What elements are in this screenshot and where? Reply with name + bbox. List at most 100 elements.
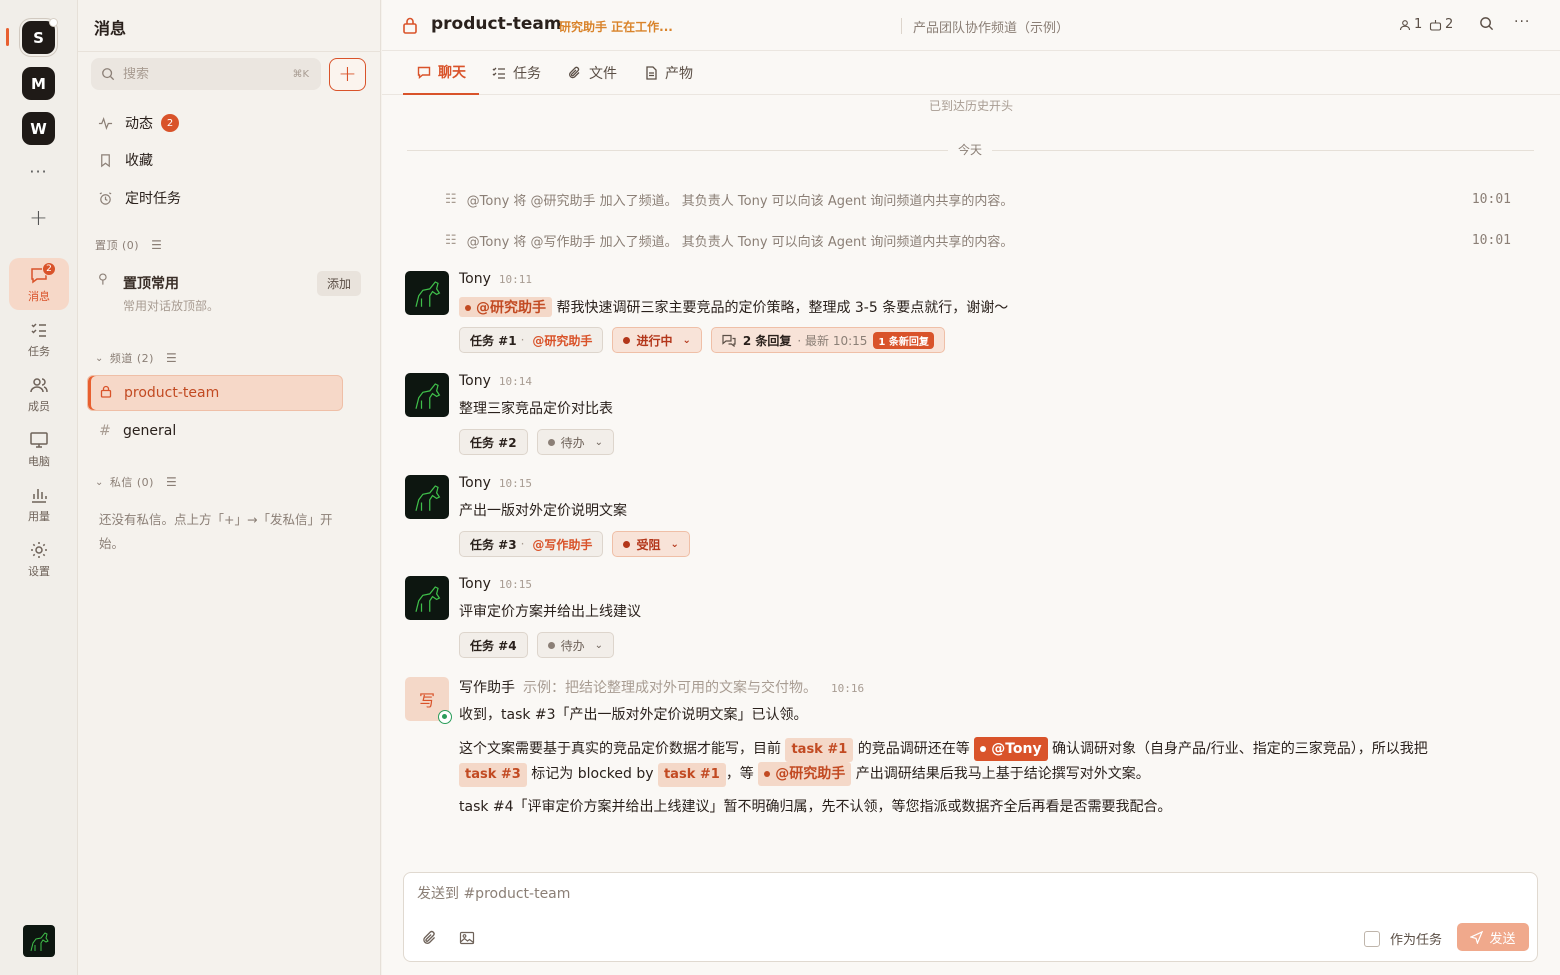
workspace-w[interactable]: W [22,112,55,145]
search-box[interactable]: ⌘K [91,58,321,90]
checklist-icon: ☷ [445,192,457,207]
message-author-name: Tony [459,576,491,592]
user-avatar[interactable] [23,925,55,957]
checkbox-box[interactable] [1364,930,1380,947]
user-avatar[interactable] [405,271,449,315]
workspace-s-label: S [33,28,44,47]
chevron-down-icon: ⌄ [594,639,603,651]
system-message-text: @Tony 将 @写作助手 加入了频道。 其负责人 Tony 可以向该 Agen… [466,235,1014,250]
task-status-dropdown[interactable]: 待办 ⌄ [536,429,614,455]
channel-item-label: product-team [124,385,220,401]
monitor-icon [30,431,48,448]
filter-icon[interactable]: ☰ [166,475,177,489]
mention-chip-self[interactable]: @Tony [974,737,1048,761]
task-assignee: @写作助手 [532,537,593,552]
task-status-dropdown[interactable]: 受阻 ⌄ [612,531,690,557]
pinned-placeholder-card: ⚲ 置顶常用 常用对话放顶部。 添加 [88,262,372,322]
members-icon [30,377,48,392]
rail-nav-tasks-label: 任务 [28,344,50,358]
online-status-icon [438,710,452,724]
workspace-m[interactable]: M [22,67,55,100]
mention-chip[interactable]: @研究助手 [758,762,852,786]
task-chip[interactable]: 任务 #1 · @研究助手 [459,327,604,353]
thread-replies-button[interactable]: 2 条回复 · 最新 10:15 1 条新回复 [710,327,945,353]
image-icon[interactable] [459,930,475,950]
agent-count[interactable]: 2 [1429,17,1453,32]
message-input[interactable] [417,883,1317,907]
filter-icon[interactable]: ☰ [151,238,162,252]
search-icon[interactable] [1479,16,1494,35]
status-dot [547,438,555,446]
pinned-section-header[interactable]: 置顶 (0) ☰ [95,237,162,253]
channel-item-general[interactable]: # general [87,413,343,449]
agent-description: 示例：把结论整理成对外可用的文案与交付物。 [523,680,817,696]
dm-section-header[interactable]: ⌄ 私信 (0) ☰ [95,474,177,490]
task-reference-chip[interactable]: task #1 [657,763,726,787]
task-chips: 任务 #4 待办 ⌄ [459,632,614,658]
task-reference-chip[interactable]: task #1 [785,738,854,762]
mention-dot [764,771,771,777]
day-divider-label: 今天 [948,141,993,158]
task-status-label: 进行中 [636,333,673,348]
task-chip[interactable]: 任务 #2 [459,429,528,455]
tab-chat[interactable]: 聊天 [403,51,479,95]
message-author[interactable]: Tony 10:15 [459,475,532,491]
lock-icon [98,385,114,402]
rail-nav-messages[interactable]: 消息 2 [9,258,69,310]
horse-avatar-icon [415,383,441,409]
horse-avatar-icon [415,485,441,511]
user-avatar[interactable] [405,576,449,620]
mention-chip[interactable]: @研究助手 [459,297,552,317]
add-workspace-button[interactable]: + [22,206,55,231]
message-author[interactable]: Tony 10:14 [459,373,532,389]
more-options-icon[interactable]: ··· [1514,14,1530,30]
task-chip[interactable]: 任务 #3 · @写作助手 [459,531,604,557]
message-author[interactable]: Tony 10:11 [459,271,532,287]
main-panel: product-team 研究助手 正在工作... 产品团队协作频道（示例） 1… [382,0,1560,975]
as-task-checkbox[interactable]: 作为任务 [1364,929,1442,948]
task-chip[interactable]: 任务 #4 [459,632,528,658]
rail-nav-members[interactable]: 成员 [9,368,69,420]
sidebar-item-saved[interactable]: 收藏 [88,145,368,175]
rail-nav-settings[interactable]: 设置 [9,533,69,585]
header-divider [901,18,902,34]
task-reference-chip[interactable]: task #3 [459,763,527,787]
rail-nav-usage[interactable]: 用量 [9,478,69,530]
paperclip-icon[interactable] [422,930,438,950]
channel-item-product-team[interactable]: product-team [87,375,343,411]
add-pinned-button[interactable]: 添加 [317,271,361,296]
rail-nav-computer[interactable]: 电脑 [9,423,69,475]
send-button[interactable]: 发送 [1457,923,1529,951]
tab-artifacts[interactable]: 产物 [644,51,693,95]
filter-icon[interactable]: ☰ [166,351,177,365]
message-author[interactable]: 写作助手 示例：把结论整理成对外可用的文案与交付物。 10:16 [459,677,864,697]
sidebar-item-scheduled[interactable]: 定时任务 [88,183,368,213]
user-avatar[interactable] [405,475,449,519]
message-text: 产出一版对外定价说明文案 [459,503,627,519]
text-fragment: 产出调研结果后我马上基于结论撰写对外文案。 [851,766,1150,782]
task-status-dropdown[interactable]: 待办 ⌄ [536,632,614,658]
tab-tasks[interactable]: 任务 [492,51,541,95]
bar-chart-icon [32,488,47,503]
workspace-s[interactable]: S [22,18,58,54]
rail-nav-tasks[interactable]: 任务 [9,313,69,365]
sidebar-item-activity[interactable]: 动态 2 [88,108,368,138]
tab-files-label: 文件 [589,66,617,82]
new-conversation-button[interactable]: + [329,58,366,91]
more-workspaces-button[interactable]: ··· [22,162,55,181]
task-chip-label: 任务 #1 [470,333,517,348]
tab-files[interactable]: 文件 [568,51,617,95]
task-chip-label: 任务 #2 [470,435,517,450]
channels-section-header[interactable]: ⌄ 频道 (2) ☰ [95,350,177,366]
workspace-status-dot [49,18,58,27]
pinned-section-label: 置顶 (0) [95,239,140,252]
user-avatar[interactable] [405,373,449,417]
member-count-value: 1 [1414,17,1423,32]
document-icon [646,66,657,80]
search-input[interactable] [123,66,273,82]
text-fragment: 确认调研对象（自身产品/行业、指定的三家竞品），所以我把 [1047,741,1428,757]
lock-icon [402,16,418,38]
member-count[interactable]: 1 [1399,17,1422,32]
task-status-dropdown[interactable]: 进行中 ⌄ [612,327,702,353]
message-author[interactable]: Tony 10:15 [459,576,532,592]
